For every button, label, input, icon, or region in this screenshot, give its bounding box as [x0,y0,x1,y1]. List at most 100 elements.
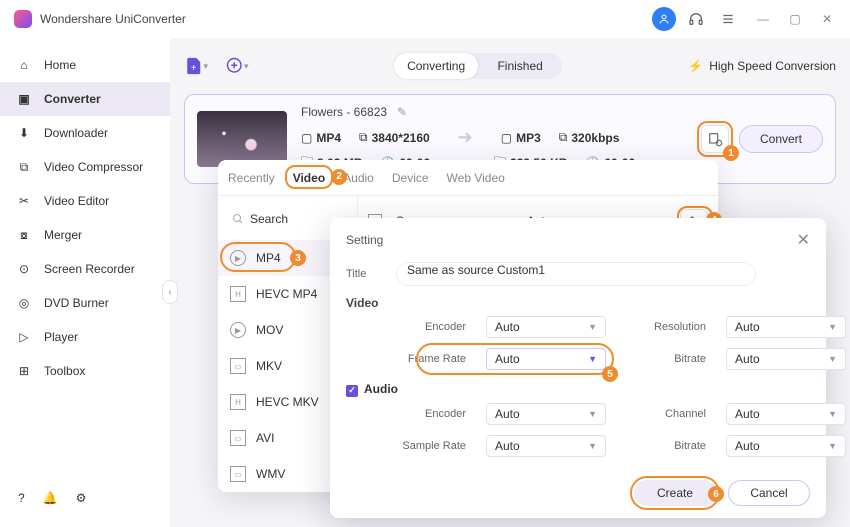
play-icon: ▷ [16,329,32,345]
bolt-icon: ⚡ [688,59,703,73]
bell-icon[interactable]: 🔔 [43,491,58,505]
audio-encoder-select[interactable]: Auto▼ [486,403,606,425]
sidebar-item-merger[interactable]: ⧇ Merger [0,218,170,252]
segment-control: Converting Finished [394,53,562,79]
format-icon: ▶ [230,322,246,338]
tab-audio[interactable]: Audio [343,171,374,185]
format-icon: ▶ [230,250,246,266]
format-icon: H [230,286,246,302]
maximize-icon[interactable]: ▢ [786,12,804,26]
title-input[interactable]: Same as source Custom1 [396,262,756,286]
merge-icon: ⧇ [16,227,32,243]
video-bitrate-select[interactable]: Auto▼ [726,348,846,370]
audio-section-label: ✓Audio [346,382,810,397]
sidebar-item-home[interactable]: ⌂Home [0,48,170,82]
channel-select[interactable]: Auto▼ [726,403,846,425]
framerate-select[interactable]: Auto▼ [486,348,606,370]
tab-finished[interactable]: Finished [478,53,562,79]
arrow-icon: ➜ [458,127,473,148]
file-name: Flowers - 66823 [301,105,387,119]
minimize-icon[interactable]: — [754,12,772,26]
dst-format: ▢ MP3 [501,127,541,148]
sidebar: ⌂Home ▣ Converter ⬇Downloader ⧉Video Comp… [0,38,170,527]
audio-bitrate-select[interactable]: Auto▼ [726,435,846,457]
tab-video[interactable]: Video 2 [293,171,325,185]
edit-name-icon[interactable]: ✎ [397,105,407,119]
sidebar-item-compressor[interactable]: ⧉Video Compressor [0,150,170,184]
dst-bitrate: ⧉ 320kbps [559,127,620,148]
abitrate-label: Bitrate [626,440,706,452]
disc-icon: ◎ [16,295,32,311]
sidebar-item-label: Merger [44,228,82,242]
tab-recently[interactable]: Recently [228,171,275,185]
sidebar-item-recorder[interactable]: ⊙ Screen Recorder [0,252,170,286]
download-icon: ⬇ [16,125,32,141]
high-speed-toggle[interactable]: ⚡High Speed Conversion [688,59,836,73]
settings-icon[interactable]: ⚙ [76,491,87,505]
samplerate-select[interactable]: Auto▼ [486,435,606,457]
format-icon: ▭ [230,430,246,446]
toolbar: +▾ ▾ Converting Finished ⚡High Speed Con… [184,48,836,84]
sidebar-item-label: Video Editor [44,194,109,208]
sidebar-item-label: Converter [44,92,101,106]
compress-icon: ⧉ [16,159,32,175]
sidebar-item-downloader[interactable]: ⬇Downloader [0,116,170,150]
sidebar-item-toolbox[interactable]: ⊞Toolbox [0,354,170,388]
format-icon: H [230,394,246,410]
user-icon[interactable] [652,7,676,31]
badge-5: 5 [602,366,618,382]
samplerate-label: Sample Rate [376,440,466,452]
badge-1: 1 [723,145,739,161]
framerate-label: Frame Rate [376,353,466,365]
svg-text:+: + [191,63,197,74]
convert-button[interactable]: Convert [739,125,823,153]
src-format: ▢ MP4 [301,127,341,148]
badge-3: 3 [290,250,306,266]
format-icon: ▭ [230,466,246,482]
encoder-label: Encoder [376,321,466,333]
close-dialog-icon[interactable]: ✕ [797,230,810,250]
sidebar-item-label: Screen Recorder [44,262,135,276]
src-res: ⧉ 3840*2160 [359,127,430,148]
sidebar-item-editor[interactable]: ✂ Video Editor [0,184,170,218]
setting-dialog: Setting ✕ Title Same as source Custom1 V… [330,218,826,518]
video-section-label: Video [346,296,810,310]
search-icon [232,213,244,225]
add-folder-icon[interactable]: ▾ [226,54,250,78]
app-title: Wondershare UniConverter [40,12,186,26]
headset-icon[interactable] [684,7,708,31]
sidebar-item-player[interactable]: ▷ Player [0,320,170,354]
bitrate-label: Bitrate [626,353,706,365]
video-encoder-select[interactable]: Auto▼ [486,316,606,338]
badge-6: 6 [708,486,724,502]
home-icon: ⌂ [16,57,32,73]
menu-icon[interactable] [716,7,740,31]
sidebar-item-dvd[interactable]: ◎ DVD Burner [0,286,170,320]
sidebar-item-label: DVD Burner [44,296,109,310]
resolution-select[interactable]: Auto▼ [726,316,846,338]
help-icon[interactable]: ? [18,491,25,505]
audio-checkbox[interactable]: ✓ [346,385,358,397]
record-icon: ⊙ [16,261,32,277]
aencoder-label: Encoder [376,408,466,420]
sidebar-item-converter[interactable]: ▣ Converter [0,82,170,116]
tab-device[interactable]: Device [392,171,429,185]
title-label: Title [346,268,386,280]
titlebar: Wondershare UniConverter — ▢ ✕ [0,0,850,38]
channel-label: Channel [626,408,706,420]
badge-2: 2 [331,169,347,185]
scissors-icon: ✂ [16,193,32,209]
convert-icon: ▣ [16,91,32,107]
sidebar-item-label: Toolbox [44,364,85,378]
app-logo [14,10,32,28]
format-icon: ▭ [230,358,246,374]
cancel-button[interactable]: Cancel [728,480,810,506]
tab-webvideo[interactable]: Web Video [447,171,505,185]
close-icon[interactable]: ✕ [818,12,836,26]
tab-converting[interactable]: Converting [394,53,478,79]
create-button[interactable]: Create [634,480,716,506]
sidebar-item-label: Player [44,330,78,344]
add-file-icon[interactable]: +▾ [184,54,208,78]
video-thumbnail[interactable] [197,111,287,167]
resolution-label: Resolution [626,321,706,333]
